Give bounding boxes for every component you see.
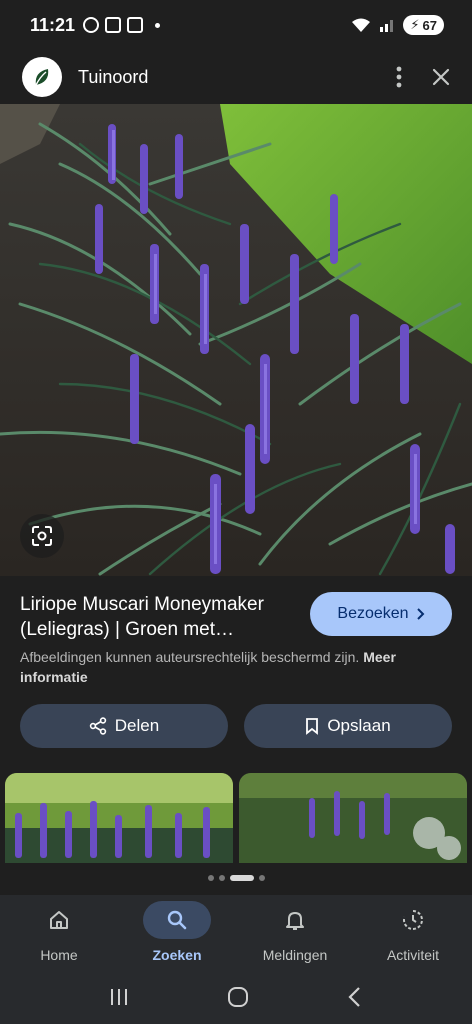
share-icon (89, 717, 106, 735)
recent-apps-icon (111, 989, 127, 1005)
search-icon (167, 910, 187, 930)
site-name[interactable]: Tuinoord (78, 67, 148, 88)
leaf-icon (35, 69, 49, 86)
home-button[interactable] (227, 986, 249, 1013)
copyright-notice: Afbeeldingen kunnen auteursrechtelijk be… (20, 647, 440, 687)
related-image-2[interactable] (239, 773, 467, 863)
system-navigation (0, 975, 472, 1024)
action-row: Delen Opslaan (20, 704, 452, 748)
signal-icon (380, 20, 394, 32)
status-bar: 11:21 ⚡ 67 (0, 0, 472, 50)
pager-dot[interactable] (218, 875, 225, 881)
pager-dot[interactable] (258, 875, 265, 881)
close-icon (432, 68, 450, 86)
pager-dot-active[interactable] (229, 875, 254, 881)
result-image[interactable] (0, 104, 472, 576)
dropbox-icon (105, 17, 122, 33)
screenshot-icon (127, 17, 144, 33)
nav-home-label: Home (40, 947, 78, 963)
clock: 11:21 (30, 14, 76, 35)
bell-icon (286, 912, 304, 930)
save-label: Opslaan (327, 716, 391, 735)
nav-activity[interactable]: Activiteit (358, 901, 468, 963)
related-images (5, 773, 467, 863)
back-button[interactable] (347, 986, 363, 1013)
whatsapp-icon (83, 17, 100, 33)
carousel-pager (0, 875, 472, 881)
save-button[interactable]: Opslaan (244, 704, 452, 748)
nav-home[interactable]: Home (4, 901, 114, 963)
pager-dot[interactable] (207, 875, 214, 881)
wifi-icon (352, 18, 371, 32)
site-logo (22, 57, 62, 97)
nav-notifications-label: Meldingen (262, 947, 328, 963)
bottom-navigation: Home Zoeken Meldingen Activiteit (0, 895, 472, 975)
home-circle-icon (228, 987, 248, 1007)
google-lens-button[interactable] (20, 514, 64, 558)
related-photo-1 (5, 773, 233, 863)
more-vert-icon (396, 66, 402, 88)
home-icon (50, 911, 68, 929)
share-label: Delen (114, 716, 160, 735)
more-notifications-icon (155, 22, 161, 28)
nav-search-label: Zoeken (152, 947, 202, 963)
notification-icons (83, 17, 161, 33)
liriope-plant-photo (0, 104, 472, 576)
lens-icon (32, 526, 52, 546)
related-photo-2 (239, 773, 467, 863)
result-title[interactable]: Liriope Muscari Moneymaker (Leliegras) |… (20, 592, 300, 642)
related-image-1[interactable] (5, 773, 233, 863)
battery-indicator: ⚡ 67 (403, 15, 444, 35)
nav-notifications[interactable]: Meldingen (240, 901, 350, 963)
nav-activity-label: Activiteit (386, 947, 440, 963)
notice-text: Afbeeldingen kunnen auteursrechtelijk be… (20, 649, 360, 665)
more-options-button[interactable] (396, 66, 402, 88)
battery-icon: ⚡ (410, 17, 420, 32)
share-button[interactable]: Delen (20, 704, 228, 748)
nav-search[interactable]: Zoeken (122, 901, 232, 963)
visit-label: Bezoeken (337, 605, 409, 622)
close-button[interactable] (432, 68, 450, 86)
back-icon (348, 987, 360, 1007)
visit-button[interactable]: Bezoeken (310, 592, 452, 636)
battery-level: 67 (422, 17, 437, 33)
recent-apps-button[interactable] (109, 987, 129, 1012)
chevron-right-icon (416, 608, 424, 620)
bookmark-icon (306, 718, 319, 735)
activity-icon (403, 910, 423, 930)
header: Tuinoord (0, 50, 472, 104)
